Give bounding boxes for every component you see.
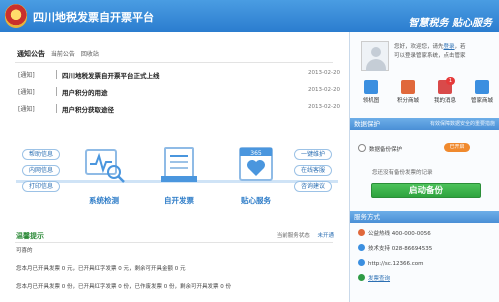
service-label: 技术支持: [368, 246, 391, 252]
help-info-button[interactable]: 帮助信息: [22, 149, 60, 160]
divider: [56, 87, 57, 96]
quick-item-label: 我的消息: [433, 98, 456, 104]
divider: [15, 242, 333, 243]
feature-strip: 帮助信息 内网信息 打印信息 系统检测 自开发票 365 贴心服务 一键维护 在…: [16, 144, 338, 216]
section-subtitle: 有效保障数据安全的重要措施: [429, 121, 495, 127]
service-website-link[interactable]: http://sc.12366.com: [368, 261, 423, 267]
backup-protection-row: 数据备份保护 已开启: [358, 143, 494, 155]
header-slogan: 智慧税务 贴心服务: [408, 18, 492, 29]
login-link[interactable]: 登录: [444, 44, 455, 50]
notice-link[interactable]: 四川地税发票自开票平台正式上线: [62, 70, 160, 80]
service-value: 400-000-0056: [391, 231, 431, 237]
service-hotline: 公益热线 400-000-0056: [358, 229, 431, 239]
side-panel: 您好，欢迎您，请先登录，若 可以登录管家系统，点击管家 领机图 积分商城 1 我…: [349, 32, 499, 302]
service-invoice-query[interactable]: 发票查询: [358, 274, 390, 284]
section-title: 服务方式: [354, 213, 380, 221]
greeting-text: ，若: [454, 44, 466, 50]
clock-icon: [358, 144, 366, 152]
divider: [15, 62, 333, 63]
service-value: 028-86694535: [391, 246, 433, 252]
tax-emblem-logo: [5, 4, 27, 28]
message-count-badge: 1: [446, 77, 455, 85]
notice-header: 通知公告 当前公告 回收站: [17, 49, 99, 59]
calendar-heart-icon: 365: [239, 147, 273, 181]
notice-link[interactable]: 用户积分的用途: [62, 87, 108, 97]
quick-actions: 领机图 积分商城 1 我的消息 管家商城: [353, 77, 499, 114]
print-info-button[interactable]: 打印信息: [22, 181, 60, 192]
service-header: 服务方式: [350, 211, 499, 223]
caring-service-card[interactable]: 365 贴心服务: [220, 144, 292, 206]
invoice-icon: [161, 147, 197, 182]
notice-tag: [通知]: [18, 89, 35, 96]
service-status: 当前服务状态 未开通: [277, 231, 334, 239]
system-check-icon: [85, 149, 125, 183]
suggestion-button[interactable]: 咨询建议: [294, 181, 332, 192]
self-invoice-label: 自开发票: [164, 196, 194, 205]
self-invoice-card[interactable]: 自开发票: [143, 144, 215, 206]
quick-item-label: 积分商城: [396, 98, 419, 104]
section-title: 数据保护: [354, 120, 380, 128]
tip-line: 可喜的: [16, 248, 33, 254]
location-icon: [358, 274, 365, 281]
notice-item[interactable]: [通知] 用户积分的用途 2013-02-20: [18, 87, 340, 97]
greeting-text: 您好，欢迎您，请先: [394, 44, 444, 50]
globe-icon: [358, 259, 365, 266]
headset-icon: [358, 244, 365, 251]
grid-icon: [364, 80, 378, 94]
tips-header: 温馨提示 当前服务状态 未开通: [16, 231, 334, 241]
service-website[interactable]: http://sc.12366.com: [358, 259, 423, 269]
quick-item-label: 管家商城: [470, 98, 493, 104]
tip-line: 您本月已开具发票 0 份，已开具红字发票 0 份，已作废发票 0 份，剩余可开具…: [16, 284, 231, 290]
online-support-button[interactable]: 在线客服: [294, 165, 332, 176]
system-check-label: 系统检测: [89, 196, 119, 205]
avatar: [361, 41, 389, 71]
data-protection-header: 数据保护 有效保障数据安全的重要措施: [350, 118, 499, 130]
app-header: 四川地税发票自开票平台 智慧税务 贴心服务: [0, 0, 499, 32]
notice-tag: [通知]: [18, 72, 35, 79]
main-panel: 通知公告 当前公告 回收站 [通知] 四川地税发票自开票平台正式上线 2013-…: [0, 32, 349, 302]
avatar-body-shape: [366, 59, 386, 71]
avatar-head-shape: [371, 47, 381, 57]
tab-current-notice[interactable]: 当前公告: [51, 51, 75, 58]
notice-title: 通知公告: [17, 50, 45, 58]
service-status-link[interactable]: 未开通: [317, 233, 334, 239]
quick-item-butler-mall[interactable]: 管家商城: [464, 80, 499, 104]
notice-item[interactable]: [通知] 用户积分获取途径 2013-02-20: [18, 104, 340, 114]
greeting: 您好，欢迎您，请先登录，若 可以登录管家系统，点击管家: [394, 43, 466, 61]
service-tech-support: 技术支持 028-86694535: [358, 244, 432, 254]
invoice-query-link[interactable]: 发票查询: [368, 276, 390, 282]
divider: [56, 70, 57, 79]
calendar-number: 365: [250, 150, 262, 157]
intranet-info-button[interactable]: 内网信息: [22, 165, 60, 176]
tab-recycle-bin[interactable]: 回收站: [81, 51, 99, 58]
tips-title: 温馨提示: [16, 232, 44, 240]
quick-item-label: 领机图: [362, 98, 380, 104]
divider: [56, 104, 57, 113]
notice-date: 2013-02-20: [308, 70, 340, 76]
notice-date: 2013-02-20: [308, 104, 340, 110]
backup-note: 您还没有备份发票的记录: [372, 170, 433, 176]
gift-icon: [401, 80, 415, 94]
notice-tag: [通知]: [18, 106, 35, 113]
service-status-label: 当前服务状态: [276, 233, 310, 239]
quick-item-messages[interactable]: 1 我的消息: [427, 77, 463, 104]
quick-item-points-mall[interactable]: 积分商城: [390, 80, 426, 104]
notice-link[interactable]: 用户积分获取途径: [62, 104, 114, 114]
notice-date: 2013-02-20: [308, 87, 340, 93]
phone-icon: [358, 229, 365, 236]
one-click-maintain-button[interactable]: 一键维护: [294, 149, 332, 160]
home-icon: [475, 80, 489, 94]
system-check-card[interactable]: 系统检测: [68, 144, 140, 206]
app-title: 四川地税发票自开票平台: [33, 11, 154, 24]
greeting-text: 可以登录管家系统，点击管家: [394, 53, 466, 59]
caring-service-label: 贴心服务: [241, 196, 271, 205]
backup-toggle[interactable]: 已开启: [444, 143, 470, 152]
notice-item[interactable]: [通知] 四川地税发票自开票平台正式上线 2013-02-20: [18, 70, 340, 80]
backup-toggle-label: 数据备份保护: [369, 147, 403, 153]
start-backup-button[interactable]: 启动备份: [371, 183, 481, 198]
service-label: 公益热线: [368, 231, 391, 237]
quick-item-receive-map[interactable]: 领机图: [353, 80, 389, 104]
tip-line: 您本月已开具发票 0 元，已开具红字发票 0 元，剩余可开具金额 0 元: [16, 266, 186, 272]
